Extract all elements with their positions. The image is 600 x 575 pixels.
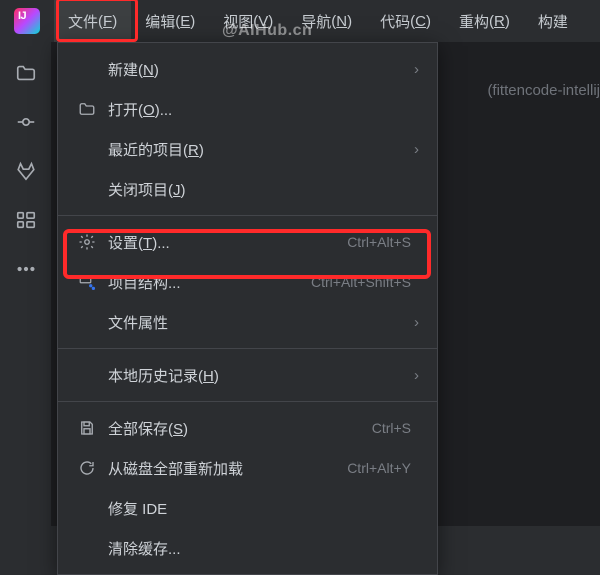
menu-item-new[interactable]: 新建(N) › (58, 49, 437, 89)
menu-file-label: 文件 (68, 11, 98, 32)
chevron-right-icon: › (414, 141, 419, 158)
menu-code[interactable]: 代码(C) (366, 0, 445, 42)
menu-item-settings[interactable]: 设置(T)... Ctrl+Alt+S (58, 222, 437, 262)
menu-item-close-project[interactable]: 关闭项目(J) (58, 169, 437, 209)
gear-icon (76, 232, 98, 252)
menu-item-invalidate-caches[interactable]: 清除缓存... (58, 528, 437, 568)
editor-hint-text: (fittencode-intellij (487, 82, 600, 99)
shortcut-text: Ctrl+S (372, 420, 411, 436)
menu-item-recent[interactable]: 最近的项目(R) › (58, 129, 437, 169)
shortcut-text: Ctrl+Alt+S (347, 234, 411, 250)
watermark-text: @AIHub.cn (222, 22, 312, 40)
menu-item-open[interactable]: 打开(O)... (58, 89, 437, 129)
file-menu-dropdown: 新建(N) › 打开(O)... 最近的项目(R) › 关闭项目(J) 设置(T… (57, 42, 438, 575)
chevron-right-icon: › (414, 314, 419, 331)
menu-separator (58, 215, 437, 216)
toolwindow-sidebar (0, 42, 52, 526)
reload-icon (76, 458, 98, 478)
menu-item-local-history[interactable]: 本地历史记录(H) › (58, 355, 437, 395)
shortcut-text: Ctrl+Alt+Y (347, 460, 411, 476)
save-icon (76, 418, 98, 438)
menu-item-file-properties[interactable]: 文件属性 › (58, 302, 437, 342)
structure-icon[interactable] (15, 209, 37, 236)
more-icon[interactable] (15, 258, 37, 285)
ide-logo: IJ (14, 8, 40, 34)
menu-item-repair-ide[interactable]: 修复 IDE (58, 488, 437, 528)
menu-separator (58, 401, 437, 402)
menu-item-save-all[interactable]: 全部保存(S) Ctrl+S (58, 408, 437, 448)
chevron-right-icon: › (414, 367, 419, 384)
menu-separator (58, 348, 437, 349)
menu-item-project-structure[interactable]: 项目结构... Ctrl+Alt+Shift+S (58, 262, 437, 302)
menu-file[interactable]: 文件(F) (54, 0, 131, 42)
project-icon[interactable] (15, 62, 37, 89)
folder-icon (76, 99, 98, 119)
menu-refactor[interactable]: 重构(R) (445, 0, 524, 42)
shortcut-text: Ctrl+Alt+Shift+S (311, 274, 411, 290)
tree-folder-icon (76, 272, 98, 292)
menu-edit[interactable]: 编辑(E) (131, 0, 209, 42)
menu-item-reload-from-disk[interactable]: 从磁盘全部重新加载 Ctrl+Alt+Y (58, 448, 437, 488)
commit-icon[interactable] (15, 111, 37, 138)
chevron-right-icon: › (414, 61, 419, 78)
menu-build[interactable]: 构建 (524, 0, 582, 42)
gitlab-icon[interactable] (15, 160, 37, 187)
